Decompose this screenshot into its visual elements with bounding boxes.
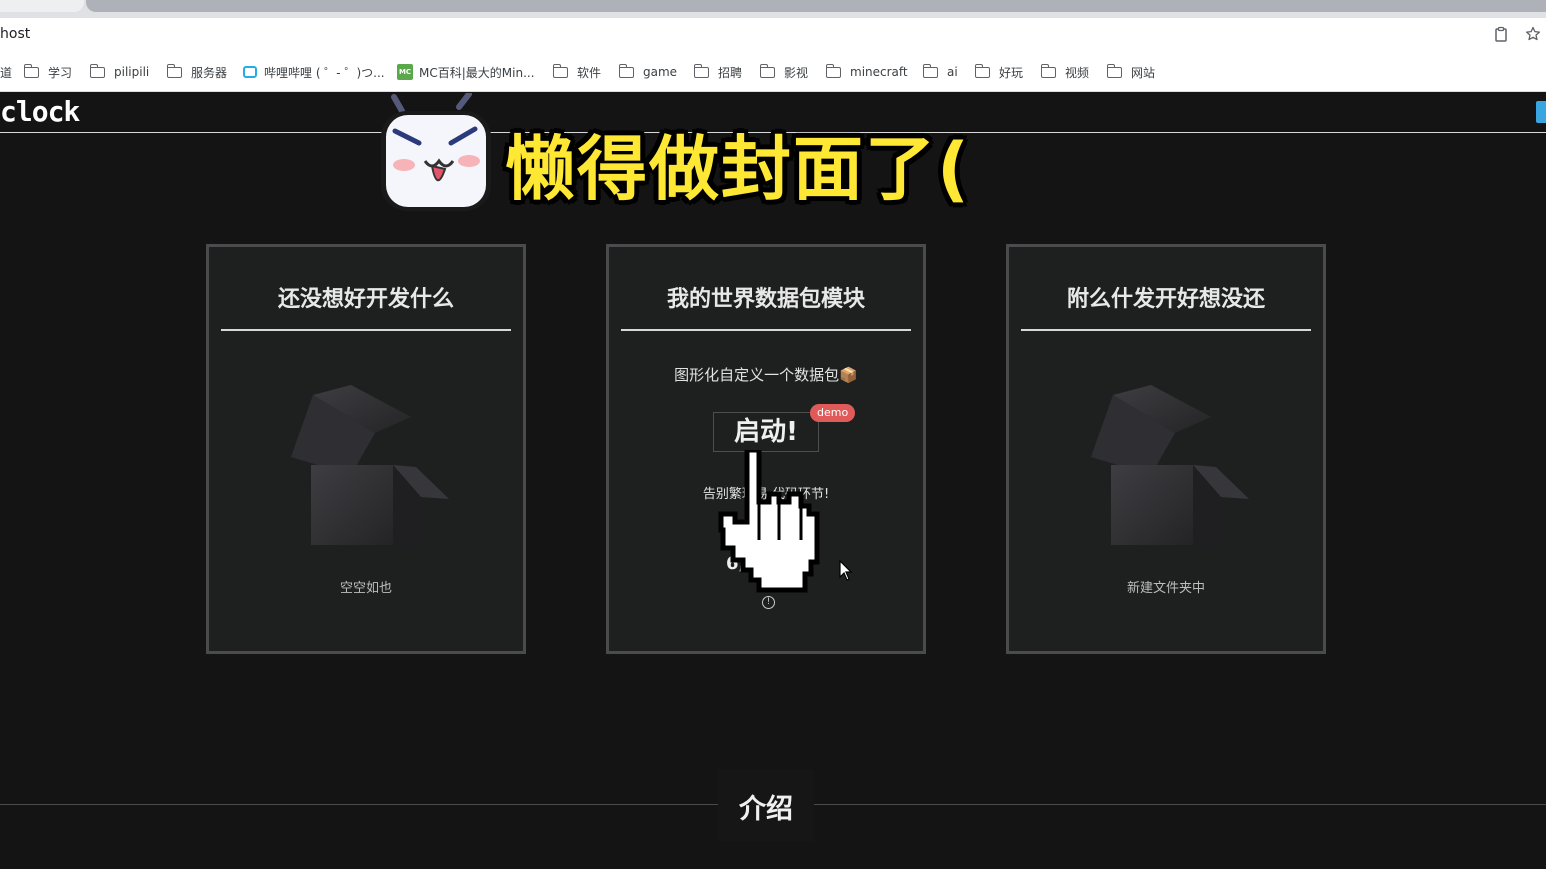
folder-icon <box>618 63 634 78</box>
folder-icon <box>693 63 709 78</box>
clipboard-icon[interactable] <box>1492 26 1510 44</box>
bookmark-label: 服务器 <box>191 65 228 80</box>
bookmarks-bar: 道 学习 pilipili 服务器 哔哩哔哩 ( ゜- ゜)つ... MC MC百… <box>0 52 1546 92</box>
bookmark-label: 视频 <box>1065 65 1090 80</box>
bookmark-mcmod[interactable]: MC MC百科|最大的Min... <box>397 64 535 80</box>
corner-app-icon[interactable] <box>1536 101 1546 123</box>
card-title: 附么什发开好想没还 <box>1066 287 1265 312</box>
folder-icon <box>1106 63 1122 78</box>
bookmark-folder-movies[interactable]: 影视 <box>759 63 809 80</box>
bookmark-label: 招聘 <box>718 65 743 80</box>
card-divider <box>221 329 511 331</box>
intro-title: 介绍 <box>739 794 793 825</box>
intro-heading-box: 介绍 <box>718 769 814 841</box>
bookmark-label: pilipili <box>114 65 150 79</box>
bookmark-folder-minecraft[interactable]: minecraft <box>825 63 908 80</box>
site-logo[interactable]: clock <box>0 95 80 128</box>
folder-icon <box>552 63 568 78</box>
bookmark-folder-game[interactable]: game <box>618 63 678 80</box>
project-card-3[interactable]: 附么什发开好想没还 新建文件夹中 <box>1006 244 1326 654</box>
card-divider <box>1021 329 1311 331</box>
empty-box-icon <box>1091 385 1249 550</box>
bookmark-label: 好玩 <box>999 65 1024 80</box>
bookmark-folder-server[interactable]: 服务器 <box>166 63 228 80</box>
bookmark-item[interactable]: 道 <box>0 64 12 80</box>
bookmark-folder-video[interactable]: 视频 <box>1040 63 1090 80</box>
start-button[interactable]: 启动! <box>713 412 819 452</box>
card-caption: 空空如也 <box>339 581 392 596</box>
card-title: 我的世界数据包模块 <box>666 287 865 312</box>
bookmark-label: 网站 <box>1131 65 1156 80</box>
project-card-2[interactable]: 我的世界数据包模块 图形化自定义一个数据包📦 启动! demo 告别繁琐易 代码… <box>606 244 926 654</box>
bookmark-folder-ai[interactable]: ai <box>922 63 958 80</box>
folder-icon <box>922 63 938 78</box>
browser-tab[interactable] <box>0 0 84 12</box>
banner-title: 懒得做封面了( <box>505 128 971 210</box>
project-card-1[interactable]: 还没想好开发什么 空空如也 <box>206 244 526 654</box>
hand-pointer-icon <box>718 450 820 593</box>
bilibili-icon <box>243 66 257 78</box>
folder-icon <box>1040 63 1056 78</box>
bookmark-label: minecraft <box>850 65 908 79</box>
bookmark-label: MC百科|最大的Min... <box>419 65 535 80</box>
card-title: 还没想好开发什么 <box>277 287 454 312</box>
address-bar[interactable]: host <box>0 18 1546 52</box>
bookmark-folder-sites[interactable]: 网站 <box>1106 63 1156 80</box>
card-divider <box>621 329 911 331</box>
browser-tab-strip <box>0 0 1546 18</box>
folder-icon <box>759 63 775 78</box>
bookmark-star-icon[interactable] <box>1524 26 1542 44</box>
demo-badge: demo <box>810 404 856 422</box>
bookmark-label: 影视 <box>784 65 809 80</box>
card-description: 图形化自定义一个数据包📦 <box>674 366 858 384</box>
bookmark-folder-fun[interactable]: 好玩 <box>974 63 1024 80</box>
bookmark-label: ai <box>947 65 958 79</box>
folder-icon <box>89 63 105 78</box>
bookmark-folder-software[interactable]: 软件 <box>552 63 602 80</box>
bookmark-label: 哔哩哔哩 ( ゜- ゜)つ... <box>264 65 385 80</box>
empty-box-icon <box>291 385 449 550</box>
mascot-icon <box>381 93 491 211</box>
bookmark-folder-study[interactable]: 学习 <box>23 63 73 80</box>
bookmark-label: game <box>643 65 678 79</box>
bookmark-folder-pilipili[interactable]: pilipili <box>89 63 150 80</box>
mc-icon: MC <box>397 64 413 80</box>
bookmark-label: 道 <box>0 65 13 80</box>
bookmark-label: 软件 <box>577 65 602 80</box>
bookmark-bilibili[interactable]: 哔哩哔哩 ( ゜- ゜)つ... <box>243 64 385 80</box>
web-page: clock 懒得做封面了( 还没想好开发什么 空空如也 我的世界数据包模块 图形… <box>0 93 1546 869</box>
bookmark-folder-jobs[interactable]: 招聘 <box>693 63 743 80</box>
folder-icon <box>23 63 39 78</box>
folder-icon <box>974 63 990 78</box>
mouse-pointer-icon <box>839 560 853 581</box>
bookmark-label: 学习 <box>48 65 73 80</box>
active-browser-tab[interactable] <box>86 0 1546 12</box>
card-caption: 新建文件夹中 <box>1126 581 1205 596</box>
url-text[interactable]: host <box>0 26 30 42</box>
folder-icon <box>825 63 841 78</box>
folder-icon <box>166 63 182 78</box>
